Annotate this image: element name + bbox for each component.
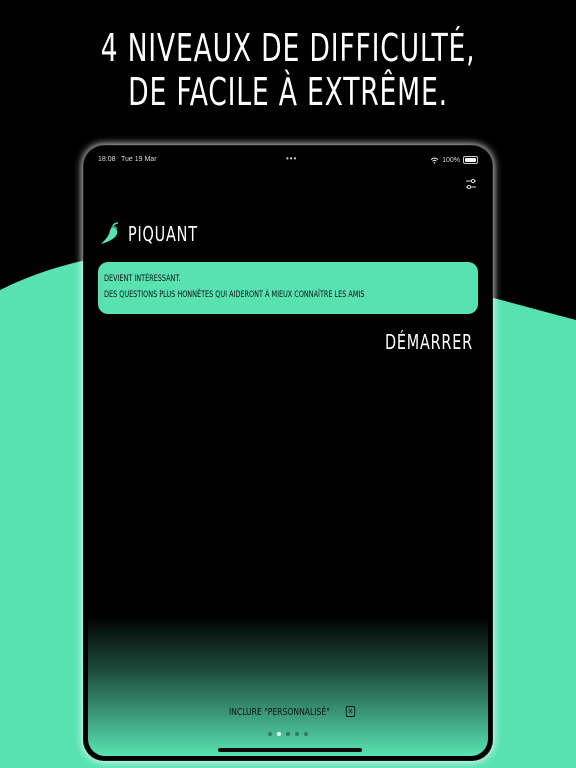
level-description-line-1: DEVIENT INTÉRESSANT. <box>104 274 181 284</box>
headline-line-1: 4 NIVEAUX DE DIFFICULTÉ, <box>100 26 476 70</box>
wifi-icon <box>430 157 439 164</box>
status-right: 100% <box>430 156 478 164</box>
level-title: PIQUANT <box>128 222 198 246</box>
page-dot-active[interactable] <box>277 732 281 736</box>
include-custom-label: INCLURE "PERSONNALISÉ" <box>228 706 330 718</box>
multitasking-dots-icon[interactable]: ••• <box>286 154 297 163</box>
page-indicator[interactable] <box>88 732 488 736</box>
page-dot[interactable] <box>286 732 290 736</box>
sliders-icon[interactable] <box>464 177 478 191</box>
status-date: Tue 19 Mar <box>121 156 157 163</box>
level-description-card[interactable]: DEVIENT INTÉRESSANT. DES QUESTIONS PLUS … <box>98 262 478 314</box>
chili-pepper-icon <box>101 222 119 244</box>
status-bar: 18:08 Tue 19 Mar ••• 100% <box>98 154 478 168</box>
level-description-line-2: DES QUESTIONS PLUS HONNÊTES QUI AIDERONT… <box>104 290 365 300</box>
page-dot[interactable] <box>304 732 308 736</box>
headline-line-2: DE FACILE À EXTRÊME. <box>128 70 448 114</box>
level-header: PIQUANT <box>100 222 215 246</box>
battery-icon <box>463 156 478 164</box>
include-custom-toggle[interactable]: INCLURE "PERSONNALISÉ" ✕ <box>88 706 488 718</box>
home-indicator[interactable] <box>218 748 362 752</box>
page-dot[interactable] <box>268 732 272 736</box>
page-dot[interactable] <box>295 732 299 736</box>
start-button[interactable]: DÉMARRER <box>385 330 473 354</box>
headline: 4 NIVEAUX DE DIFFICULTÉ, DE FACILE À EXT… <box>63 26 512 114</box>
battery-percent: 100% <box>442 156 460 164</box>
tablet-frame: 18:08 Tue 19 Mar ••• 100% PIQUANT DEVIEN… <box>84 146 492 760</box>
status-time: 18:08 <box>98 156 116 163</box>
x-checkbox-icon[interactable]: ✕ <box>346 706 356 717</box>
app-screen: 18:08 Tue 19 Mar ••• 100% PIQUANT DEVIEN… <box>88 150 488 756</box>
